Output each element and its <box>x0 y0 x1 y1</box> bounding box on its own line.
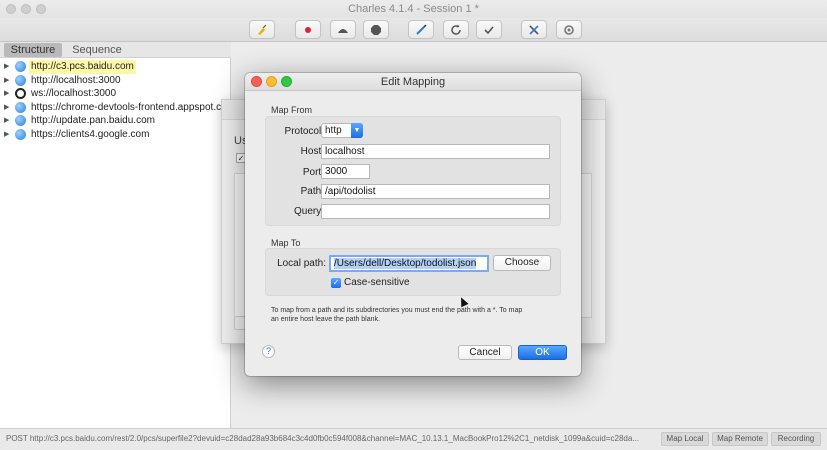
edit-mapping-dialog: Edit Mapping Map From Protocol: http ▼ H… <box>245 73 581 376</box>
host-tree: ▶ http://c3.pcs.baidu.com ▶ http://local… <box>0 60 231 141</box>
tree-item[interactable]: ▶ https://chrome-devtools-frontend.appsp… <box>0 101 231 115</box>
repeat-icon[interactable] <box>443 20 469 39</box>
status-bar: POST http://c3.pcs.baidu.com/rest/2.0/pc… <box>0 428 827 450</box>
protocol-select[interactable]: http ▼ <box>321 123 363 138</box>
map-from-heading: Map From <box>271 105 313 115</box>
map-from-group: Protocol: http ▼ Host: localhost Port: 3… <box>265 116 561 226</box>
query-label: Query: <box>293 206 324 217</box>
settings-icon[interactable] <box>556 20 582 39</box>
window-titlebar: Charles 4.1.4 - Session 1 * <box>0 0 827 18</box>
disclosure-triangle-icon[interactable]: ▶ <box>4 128 9 142</box>
local-path-value: /Users/dell/Desktop/todolist.json <box>334 258 477 269</box>
sidebar: Structure Sequence ▶ http://c3.pcs.baidu… <box>0 42 231 428</box>
tree-item[interactable]: ▶ http://localhost:3000 <box>0 74 231 88</box>
tools-icon[interactable] <box>521 20 547 39</box>
cancel-button[interactable]: Cancel <box>458 345 512 360</box>
map-to-heading: Map To <box>271 238 301 248</box>
query-field[interactable] <box>321 204 550 219</box>
globe-icon <box>15 115 26 126</box>
local-path-field[interactable]: /Users/dell/Desktop/todolist.json <box>329 255 489 272</box>
compose-icon[interactable] <box>408 20 434 39</box>
breakpoint-icon[interactable] <box>363 20 389 39</box>
tree-item[interactable]: ▶ http://c3.pcs.baidu.com <box>0 60 231 74</box>
globe-icon <box>15 128 26 140</box>
tree-item[interactable]: ▶ https://clients4.google.com <box>0 128 231 142</box>
globe-icon <box>15 101 26 113</box>
status-request-text: POST http://c3.pcs.baidu.com/rest/2.0/pc… <box>6 434 639 443</box>
choose-button[interactable]: Choose <box>493 255 551 271</box>
path-label: Path: <box>300 186 324 197</box>
help-text-line2: an entire host leave the path blank. <box>271 316 380 323</box>
sidebar-tabs: Structure Sequence <box>0 42 231 58</box>
toolbar <box>0 18 827 42</box>
map-remote-status-button[interactable]: Map Remote <box>712 432 768 446</box>
port-field[interactable]: 3000 <box>321 164 370 179</box>
help-text-line1: To map from a path and its subdirectorie… <box>271 307 523 314</box>
case-sensitive-checkbox[interactable]: ✓ <box>331 278 341 288</box>
local-path-label: Local path: <box>277 258 326 269</box>
tree-item-label: http://localhost:3000 <box>31 74 121 86</box>
tree-item-label: https://clients4.google.com <box>31 128 150 140</box>
protocol-value: http <box>325 125 342 136</box>
tree-item-label: http://c3.pcs.baidu.com <box>29 60 136 74</box>
tree-item-label: ws://localhost:3000 <box>31 88 117 99</box>
tree-item-label: http://update.pan.baidu.com <box>31 115 155 126</box>
websocket-icon <box>15 88 26 99</box>
tree-item[interactable]: ▶ ws://localhost:3000 <box>0 87 231 101</box>
dialog-titlebar: Edit Mapping <box>245 73 581 91</box>
disclosure-triangle-icon[interactable]: ▶ <box>4 114 9 128</box>
disclosure-triangle-icon[interactable]: ▶ <box>4 101 9 115</box>
tree-item-label: https://chrome-devtools-frontend.appspot… <box>31 101 231 113</box>
map-local-status-button[interactable]: Map Local <box>661 432 709 446</box>
throttle-icon[interactable] <box>330 20 356 39</box>
recording-status-button[interactable]: Recording <box>771 432 821 446</box>
disclosure-triangle-icon[interactable]: ▶ <box>4 87 9 101</box>
globe-icon <box>15 74 26 86</box>
chevron-down-icon: ▼ <box>351 123 363 138</box>
tree-item[interactable]: ▶ http://update.pan.baidu.com <box>0 114 231 128</box>
dialog-title: Edit Mapping <box>380 76 446 88</box>
host-label: Host: <box>300 146 324 157</box>
validate-icon[interactable] <box>476 20 502 39</box>
protocol-label: Protocol: <box>284 126 324 137</box>
host-field[interactable]: localhost <box>321 144 550 159</box>
path-field[interactable]: /api/todolist <box>321 184 550 199</box>
port-label: Port: <box>302 167 324 178</box>
map-to-group: Local path: /Users/dell/Desktop/todolist… <box>265 248 561 296</box>
window-title: Charles 4.1.4 - Session 1 * <box>348 3 479 15</box>
broom-icon[interactable] <box>249 20 275 39</box>
help-button[interactable]: ? <box>262 345 275 358</box>
disclosure-triangle-icon[interactable]: ▶ <box>4 60 9 74</box>
globe-icon <box>15 61 26 72</box>
case-sensitive-label: Case-sensitive <box>344 277 410 288</box>
record-icon[interactable] <box>295 20 321 39</box>
tab-structure[interactable]: Structure <box>4 43 62 57</box>
ok-button[interactable]: OK <box>518 345 567 360</box>
disclosure-triangle-icon[interactable]: ▶ <box>4 74 9 88</box>
tab-sequence[interactable]: Sequence <box>70 43 124 57</box>
